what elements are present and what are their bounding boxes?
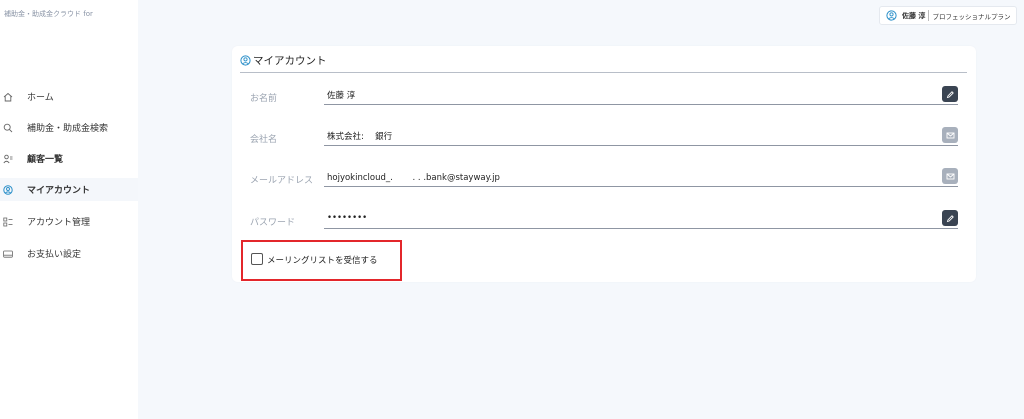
mail-icon [946, 132, 954, 138]
sidebar-item-label: 顧客一覧 [27, 155, 64, 165]
field-label: メールアドレス [250, 176, 314, 186]
divider [240, 72, 967, 73]
email-value: hojyokincloud_. . . .bank@stayway.jp [327, 173, 500, 183]
sidebar-item-label: お支払い設定 [27, 250, 82, 260]
sidebar-item-search[interactable]: 補助金・助成金検索 [0, 116, 138, 139]
edit-icon [946, 90, 954, 98]
sidebar-item-label: アカウント管理 [27, 218, 91, 228]
name-field: お名前 佐藤 淳 [232, 85, 976, 107]
field-underline [324, 104, 958, 105]
field-underline [324, 186, 958, 187]
field-label: 会社名 [250, 135, 278, 145]
company-mail-button[interactable] [942, 127, 958, 143]
user-menu[interactable]: 佐藤 淳 プロフェッショナルプラン [879, 6, 1017, 25]
sidebar-item-my-account[interactable]: マイアカウント [0, 178, 138, 201]
sidebar-item-label: ホーム [27, 93, 54, 103]
sidebar-item-payment[interactable]: お支払い設定 [0, 242, 138, 265]
mailing-list-label[interactable]: メーリングリストを受信する [267, 254, 378, 266]
field-underline [324, 228, 958, 229]
mailing-list-checkbox[interactable] [251, 253, 263, 265]
email-field: メールアドレス hojyokincloud_. . . .bank@staywa… [232, 167, 976, 189]
edit-icon [946, 214, 954, 222]
edit-name-button[interactable] [942, 86, 958, 102]
sidebar: 補助金・助成金クラウド for ホーム 補助金・助成金検索 顧客一覧 マイアカウ… [0, 0, 138, 419]
sidebar-item-label: マイアカウント [27, 186, 91, 196]
password-field: パスワード •••••••• [232, 209, 976, 231]
divider [928, 10, 930, 21]
sidebar-item-home[interactable]: ホーム [0, 85, 138, 108]
page-title: マイアカウント [253, 55, 327, 67]
sidebar-item-customers[interactable]: 顧客一覧 [0, 147, 138, 170]
field-underline [324, 145, 958, 146]
payment-icon [3, 249, 13, 259]
account-icon [240, 55, 251, 66]
card-header: マイアカウント [240, 53, 327, 68]
sidebar-item-account-management[interactable]: アカウント管理 [0, 210, 138, 233]
name-value: 佐藤 淳 [327, 91, 356, 101]
account-icon [3, 184, 13, 195]
customers-icon [3, 154, 13, 164]
search-icon [3, 123, 13, 133]
company-value: 株式会社: 銀行 [327, 132, 393, 142]
sidebar-item-label: 補助金・助成金検索 [27, 124, 109, 134]
edit-password-button[interactable] [942, 210, 958, 226]
home-icon [3, 92, 13, 102]
plan-name: プロフェッショナルプラン [932, 12, 1011, 21]
field-label: パスワード [250, 218, 296, 228]
account-management-icon [3, 217, 13, 227]
field-label: お名前 [250, 94, 278, 104]
mail-icon [946, 173, 954, 179]
app-brand: 補助金・助成金クラウド for [4, 10, 93, 18]
password-value: •••••••• [327, 213, 368, 223]
user-name: 佐藤 淳 [902, 11, 926, 20]
email-mail-button[interactable] [942, 168, 958, 184]
mailing-list-option: メーリングリストを受信する [241, 240, 402, 281]
user-icon [886, 10, 897, 21]
company-field: 会社名 株式会社: 銀行 [232, 126, 976, 148]
